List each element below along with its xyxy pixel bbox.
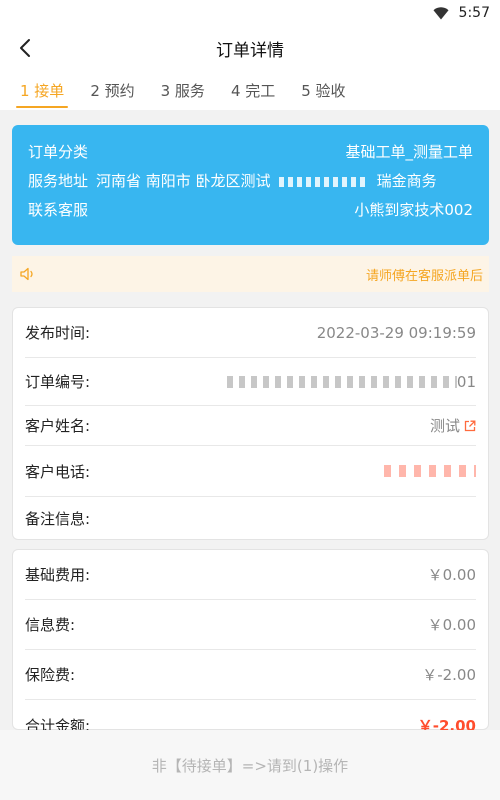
customer-name-link[interactable]: 测试 xyxy=(430,415,476,436)
remark-row: 备注信息: xyxy=(25,497,476,539)
customer-phone-row: 客户电话: xyxy=(25,446,476,497)
info-fee-value: ￥0.00 xyxy=(427,616,476,634)
info-fee-label: 信息费: xyxy=(25,616,76,634)
tab-acceptance[interactable]: 5 验收 xyxy=(293,70,353,110)
tab-complete[interactable]: 4 完工 xyxy=(223,70,283,110)
customer-name-label: 客户姓名: xyxy=(25,417,91,435)
customer-service-row: 联系客服 小熊到家技术002 xyxy=(28,195,473,224)
customer-phone-value[interactable] xyxy=(384,465,476,477)
base-fee-row: 基础费用: ￥0.00 xyxy=(25,550,476,600)
base-fee-value: ￥0.00 xyxy=(427,566,476,584)
order-number-row: 订单编号: 01 xyxy=(25,358,476,406)
speaker-icon xyxy=(20,267,40,281)
masked-phone-number xyxy=(384,465,476,477)
order-category-row: 订单分类 基础工单_测量工单 xyxy=(28,137,473,166)
customer-service-label: 联系客服 xyxy=(28,201,89,219)
base-fee-label: 基础费用: xyxy=(25,566,91,584)
fee-card: 基础费用: ￥0.00 信息费: ￥0.00 保险费: ￥-2.00 合计金额:… xyxy=(12,549,489,735)
masked-order-number xyxy=(226,375,457,388)
status-bar: 5:57 xyxy=(0,0,500,26)
info-fee-row: 信息费: ￥0.00 xyxy=(25,600,476,650)
external-link-icon xyxy=(464,420,476,432)
service-address-value: 河南省 南阳市 卧龙区测试 瑞金商务 xyxy=(96,172,437,190)
tab-service[interactable]: 3 服务 xyxy=(153,70,213,110)
step-tabs: 1 接单 2 预约 3 服务 4 完工 5 验收 xyxy=(0,70,500,110)
order-info-card: 发布时间: 2022-03-29 09:19:59 订单编号: 01 客户姓名:… xyxy=(12,307,489,540)
notice-text: 请师傅在客服派单后 xyxy=(365,268,483,284)
insurance-fee-label: 保险费: xyxy=(25,666,76,684)
order-number-value: 01 xyxy=(226,373,476,391)
publish-time-row: 发布时间: 2022-03-29 09:19:59 xyxy=(25,308,476,358)
order-summary-card: 订单分类 基础工单_测量工单 服务地址 河南省 南阳市 卧龙区测试 瑞金商务 联系… xyxy=(12,125,489,245)
status-time: 5:57 xyxy=(458,5,490,21)
back-arrow-icon[interactable] xyxy=(14,36,36,60)
bottom-action-bar[interactable]: 非【待接单】=>请到(1)操作 xyxy=(0,730,500,800)
wifi-icon xyxy=(433,6,449,20)
order-category-value: 基础工单_测量工单 xyxy=(345,143,473,161)
service-address-label: 服务地址 xyxy=(28,172,89,190)
remark-label: 备注信息: xyxy=(25,509,91,528)
customer-phone-label: 客户电话: xyxy=(25,462,91,481)
insurance-fee-value: ￥-2.00 xyxy=(422,666,476,684)
tab-appointment[interactable]: 2 预约 xyxy=(82,70,142,110)
nav-bar: 订单详情 xyxy=(0,26,500,70)
masked-address xyxy=(278,176,369,187)
order-number-label: 订单编号: xyxy=(25,373,91,391)
service-address-row: 服务地址 河南省 南阳市 卧龙区测试 瑞金商务 xyxy=(28,166,473,195)
publish-time-label: 发布时间: xyxy=(25,324,91,342)
customer-name-row: 客户姓名: 测试 xyxy=(25,406,476,446)
order-category-label: 订单分类 xyxy=(28,143,89,161)
insurance-fee-row: 保险费: ￥-2.00 xyxy=(25,650,476,700)
tab-accept[interactable]: 1 接单 xyxy=(12,70,72,110)
publish-time-value: 2022-03-29 09:19:59 xyxy=(316,323,476,342)
notice-bar: 请师傅在客服派单后 xyxy=(12,256,489,292)
customer-service-value: 小熊到家技术002 xyxy=(354,201,473,219)
page-title: 订单详情 xyxy=(216,40,284,61)
bottom-action-message: 非【待接单】=>请到(1)操作 xyxy=(151,756,349,775)
